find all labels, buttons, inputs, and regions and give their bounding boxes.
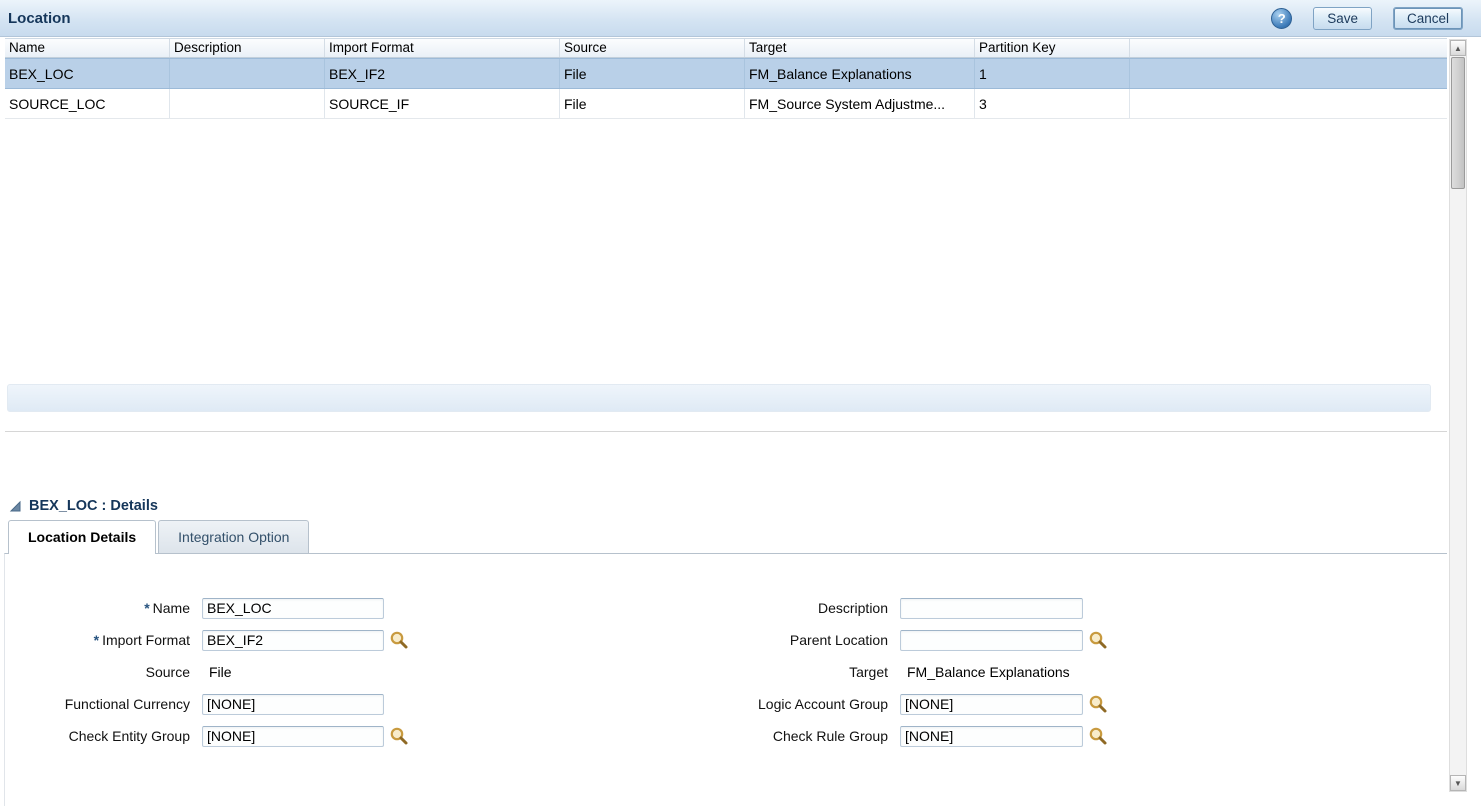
cell-source: File (560, 89, 745, 118)
target-value: FM_Balance Explanations (907, 664, 1070, 680)
form-row-check-entity-group: Check Entity Group (5, 724, 600, 748)
description-input[interactable] (900, 598, 1083, 619)
vertical-scrollbar[interactable]: ▲ ▼ (1449, 39, 1467, 792)
import-format-label: *Import Format (5, 632, 197, 648)
tab-location-details[interactable]: Location Details (8, 520, 156, 554)
name-input[interactable] (202, 598, 384, 619)
required-marker-icon: * (144, 600, 149, 616)
import-format-label-text: Import Format (102, 632, 190, 648)
column-header-partition-key[interactable]: Partition Key (975, 39, 1130, 57)
form-column-right: Description Parent Location (600, 596, 1447, 756)
import-format-input[interactable] (202, 630, 384, 651)
check-rule-group-input[interactable] (900, 726, 1083, 747)
help-icon[interactable]: ? (1271, 8, 1292, 29)
scrollbar-up-icon[interactable]: ▲ (1450, 40, 1466, 56)
location-page: Location ? Save Cancel Name Description … (0, 0, 1481, 811)
logic-account-group-label: Logic Account Group (600, 696, 895, 712)
column-header-filler (1130, 39, 1447, 57)
table-footer-strip (7, 384, 1431, 412)
name-label: *Name (5, 600, 197, 616)
form-row-import-format: *Import Format (5, 628, 600, 652)
form-row-source: Source File (5, 660, 600, 684)
check-entity-group-input[interactable] (202, 726, 384, 747)
check-entity-group-search-icon[interactable] (389, 726, 409, 746)
cell-name: SOURCE_LOC (5, 89, 170, 118)
name-label-text: Name (153, 600, 190, 616)
table-row-bex-loc[interactable]: BEX_LOC BEX_IF2 File FM_Balance Explanat… (5, 58, 1447, 89)
cell-source: File (560, 59, 745, 88)
logic-account-group-search-icon[interactable] (1088, 694, 1108, 714)
cell-import-format: SOURCE_IF (325, 89, 560, 118)
cell-target: FM_Source System Adjustme... (745, 89, 975, 118)
required-marker-icon: * (94, 632, 99, 648)
form-row-name: *Name (5, 596, 600, 620)
cell-filler (1130, 89, 1447, 118)
description-label: Description (600, 600, 895, 616)
functional-currency-input[interactable] (202, 694, 384, 715)
column-header-import-format[interactable]: Import Format (325, 39, 560, 57)
functional-currency-label: Functional Currency (5, 696, 197, 712)
page-title: Location (8, 10, 71, 27)
form-row-target: Target FM_Balance Explanations (600, 660, 1447, 684)
form-column-left: *Name *Import Format (5, 596, 600, 756)
table-header-row: Name Description Import Format Source Ta… (5, 38, 1447, 58)
details-section: BEX_LOC : Details Location Details Integ… (0, 487, 1447, 811)
form-row-logic-account-group: Logic Account Group (600, 692, 1447, 716)
column-header-name[interactable]: Name (5, 39, 170, 57)
details-title: BEX_LOC : Details (29, 498, 158, 514)
cell-import-format: BEX_IF2 (325, 59, 560, 88)
column-header-source[interactable]: Source (560, 39, 745, 57)
parent-location-input[interactable] (900, 630, 1083, 651)
source-label: Source (5, 664, 197, 680)
target-label: Target (600, 664, 895, 680)
cell-target: FM_Balance Explanations (745, 59, 975, 88)
toolbar: Location ? Save Cancel (0, 0, 1481, 37)
cell-description (170, 59, 325, 88)
column-header-target[interactable]: Target (745, 39, 975, 57)
column-header-description[interactable]: Description (170, 39, 325, 57)
cell-description (170, 89, 325, 118)
parent-location-search-icon[interactable] (1088, 630, 1108, 650)
disclosure-triangle-icon[interactable] (9, 500, 22, 513)
locations-table-panel: Name Description Import Format Source Ta… (5, 38, 1447, 432)
location-details-form: *Name *Import Format (4, 553, 1447, 806)
cell-filler (1130, 59, 1447, 88)
table-row-source-loc[interactable]: SOURCE_LOC SOURCE_IF File FM_Source Syst… (5, 89, 1447, 119)
tab-integration-option[interactable]: Integration Option (158, 520, 309, 553)
form-row-check-rule-group: Check Rule Group (600, 724, 1447, 748)
form-row-description: Description (600, 596, 1447, 620)
source-value: File (209, 664, 232, 680)
scrollbar-thumb[interactable] (1451, 57, 1465, 189)
check-rule-group-search-icon[interactable] (1088, 726, 1108, 746)
details-tabs: Location Details Integration Option (0, 517, 1447, 553)
cancel-button[interactable]: Cancel (1393, 7, 1463, 30)
details-header: BEX_LOC : Details (0, 487, 1447, 517)
logic-account-group-input[interactable] (900, 694, 1083, 715)
cell-partition-key: 3 (975, 89, 1130, 118)
scrollbar-down-icon[interactable]: ▼ (1450, 775, 1466, 791)
check-entity-group-label: Check Entity Group (5, 728, 197, 744)
parent-location-label: Parent Location (600, 632, 895, 648)
save-button[interactable]: Save (1313, 7, 1372, 30)
form-row-parent-location: Parent Location (600, 628, 1447, 652)
cell-partition-key: 1 (975, 59, 1130, 88)
cell-name: BEX_LOC (5, 59, 170, 88)
import-format-search-icon[interactable] (389, 630, 409, 650)
form-row-functional-currency: Functional Currency (5, 692, 600, 716)
check-rule-group-label: Check Rule Group (600, 728, 895, 744)
